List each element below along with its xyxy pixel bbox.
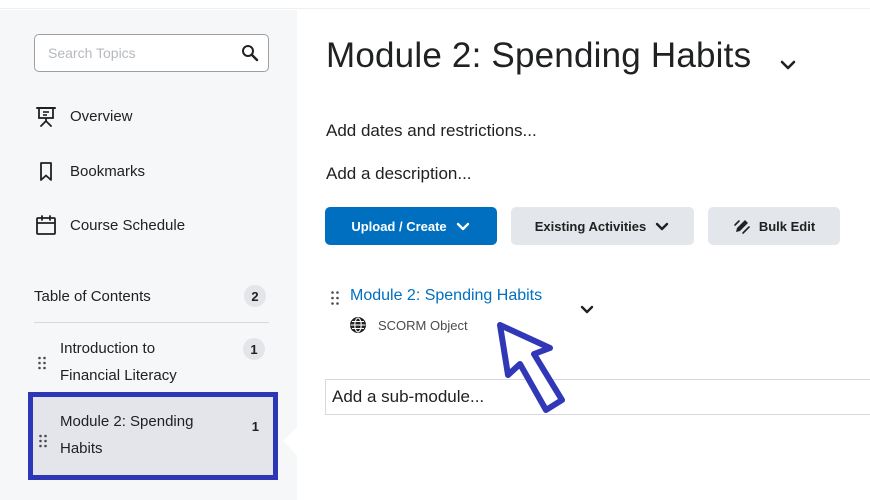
- search-input[interactable]: [36, 36, 226, 70]
- search-box: [34, 34, 269, 72]
- drag-handle-icon[interactable]: [38, 434, 48, 448]
- add-description-link[interactable]: Add a description...: [326, 164, 472, 184]
- page-title: Module 2: Spending Habits: [326, 36, 752, 75]
- toc-header[interactable]: Table of Contents 2: [34, 285, 266, 307]
- search-button[interactable]: [238, 41, 262, 65]
- add-submodule-input[interactable]: [326, 380, 870, 414]
- toc-item-label-line2: Habits: [60, 440, 103, 457]
- toc-item-introduction[interactable]: Introduction to Financial Literacy 1: [28, 335, 273, 395]
- toc-title: Table of Contents: [34, 287, 151, 305]
- add-submodule-box: [325, 379, 870, 415]
- existing-activities-label: Existing Activities: [534, 218, 647, 234]
- bulk-edit-pencil-icon: [734, 220, 750, 234]
- nav-item-bookmarks[interactable]: Bookmarks: [34, 157, 145, 185]
- toc-item-label-line1: Module 2: Spending: [60, 413, 194, 430]
- toc-item-count-badge: 1: [243, 338, 265, 360]
- activity-type-label: SCORM Object: [378, 318, 468, 333]
- drag-handle-icon[interactable]: [330, 290, 340, 306]
- search-icon: [242, 45, 259, 62]
- nav-label-bookmarks: Bookmarks: [70, 162, 146, 180]
- bookmark-icon: [34, 159, 58, 183]
- chevron-down-icon[interactable]: [776, 52, 800, 76]
- toc-divider: [34, 322, 269, 323]
- toc-item-label-line1: Introduction to: [60, 340, 156, 357]
- toc-item-module-2-selected[interactable]: Module 2: Spending Habits 1: [28, 392, 278, 480]
- selection-pointer: [283, 427, 297, 455]
- upload-create-label: Upload / Create: [351, 218, 447, 234]
- existing-activities-button[interactable]: Existing Activities: [511, 207, 694, 245]
- toc-item-count-badge: 1: [251, 419, 259, 434]
- top-border: [0, 0, 870, 9]
- nav-label-overview: Overview: [70, 107, 133, 125]
- bulk-edit-label: Bulk Edit: [758, 218, 816, 234]
- bulk-edit-button[interactable]: Bulk Edit: [708, 207, 840, 245]
- chevron-down-icon: [656, 222, 669, 231]
- nav-item-overview[interactable]: Overview: [34, 102, 133, 130]
- globe-icon: [350, 317, 366, 333]
- nav-label-course-schedule: Course Schedule: [70, 216, 186, 234]
- nav-item-course-schedule[interactable]: Course Schedule: [34, 211, 185, 239]
- presentation-icon: [34, 104, 58, 128]
- toc-count-badge: 2: [244, 285, 266, 307]
- upload-create-button[interactable]: Upload / Create: [325, 207, 497, 245]
- chevron-down-icon: [456, 222, 469, 231]
- activity-title-link[interactable]: Module 2: Spending Habits: [350, 287, 542, 305]
- toc-item-label-line2: Financial Literacy: [60, 367, 177, 384]
- drag-handle-icon[interactable]: [37, 356, 47, 370]
- calendar-icon: [34, 213, 58, 237]
- add-dates-link[interactable]: Add dates and restrictions...: [326, 121, 537, 141]
- chevron-down-icon[interactable]: [576, 298, 598, 320]
